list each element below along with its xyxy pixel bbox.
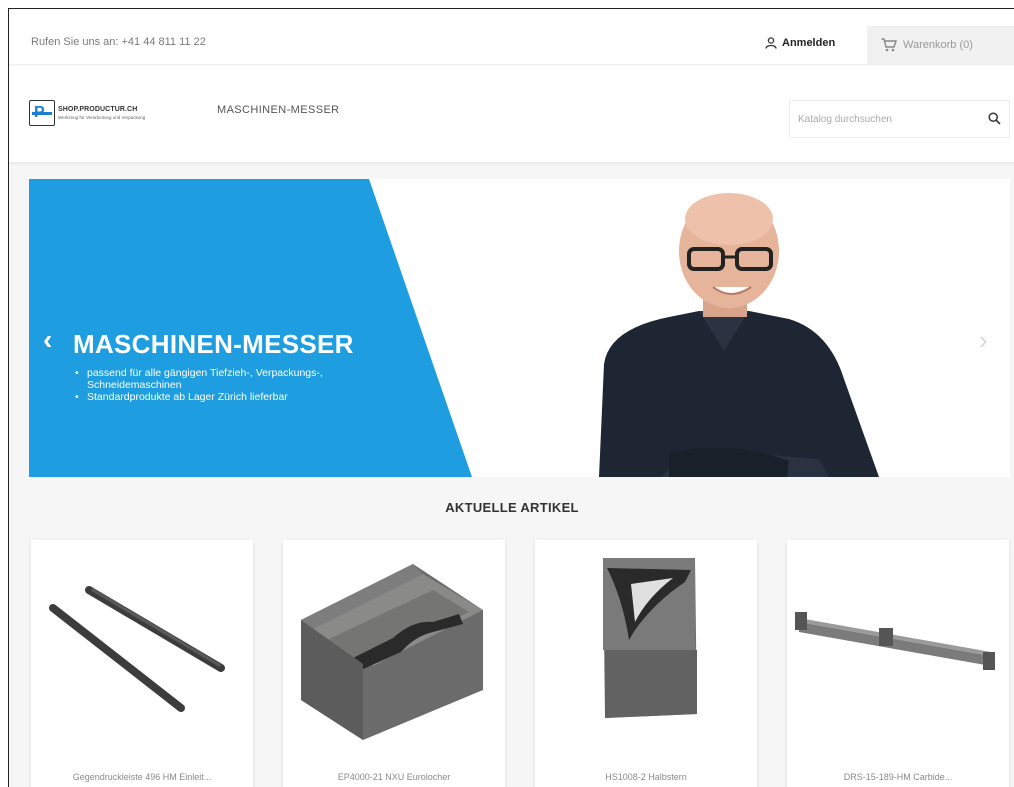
hero-bullet: passend für alle gängigen Tiefzieh-, Ver… [75,367,355,391]
euro-punch-image [301,564,483,740]
shopping-cart-icon [881,38,897,52]
hero-bullet: Standardprodukte ab Lager Zürich lieferb… [75,391,355,403]
header-top-bar: Rufen Sie uns an: +41 44 811 11 22 Anmel… [9,9,1014,65]
half-star-punch-image [603,558,697,718]
product-card[interactable]: HS1008-2 Halbstern [535,540,757,787]
product-card[interactable]: Gegendruckleiste 496 HM Einleit... [31,540,253,787]
product-name[interactable]: Gegendruckleiste 496 HM Einleit... [31,772,253,782]
product-name[interactable]: HS1008-2 Halbstern [535,772,757,782]
hero-title: MASCHINEN-MESSER [73,329,354,359]
site-logo[interactable]: P SHOP.PRODUCTUR.CH Werkzeug für Verarbe… [29,99,174,127]
product-card[interactable]: DRS-15-189-HM Carbide... [787,540,1009,787]
hero-bullets: passend für alle gängigen Tiefzieh-, Ver… [75,367,355,403]
product-name[interactable]: DRS-15-189-HM Carbide... [787,772,1009,782]
cart-button[interactable]: Warenkorb (0) [867,26,1014,64]
user-icon [765,37,777,49]
logo-mark: P [29,100,55,126]
search-icon[interactable] [988,112,1001,125]
slider-prev-icon[interactable]: ‹ [43,324,52,356]
logo-name: SHOP.PRODUCTUR.CH [58,106,138,113]
browser-viewport: Rufen Sie uns an: +41 44 811 11 22 Anmel… [8,8,1014,787]
carbide-bar-image [795,612,995,670]
hero-slider[interactable]: ‹ MASCHINEN-MESSER passend für alle gäng… [29,179,1010,477]
slider-next-icon[interactable]: › [979,325,988,356]
bar-rods-image [49,586,225,712]
featured-title: AKTUELLE ARTIKEL [445,500,579,515]
logo-tagline: Werkzeug für Verarbeitung und Verpackung [58,115,146,120]
search-box [789,100,1010,138]
nav-item-maschinen-messer[interactable]: MASCHINEN-MESSER [217,104,340,116]
product-card[interactable]: EP4000-21 NXU Eurolocher [283,540,505,787]
login-label: Anmelden [782,37,836,49]
cart-label: Warenkorb (0) [903,39,973,51]
contact-phone: Rufen Sie uns an: +41 44 811 11 22 [31,36,206,48]
login-link[interactable]: Anmelden [765,31,835,55]
search-input[interactable] [790,101,970,137]
product-name[interactable]: EP4000-21 NXU Eurolocher [283,772,505,782]
hero-banner-image [29,179,1010,477]
header-main-bar: P SHOP.PRODUCTUR.CH Werkzeug für Verarbe… [9,66,1014,162]
